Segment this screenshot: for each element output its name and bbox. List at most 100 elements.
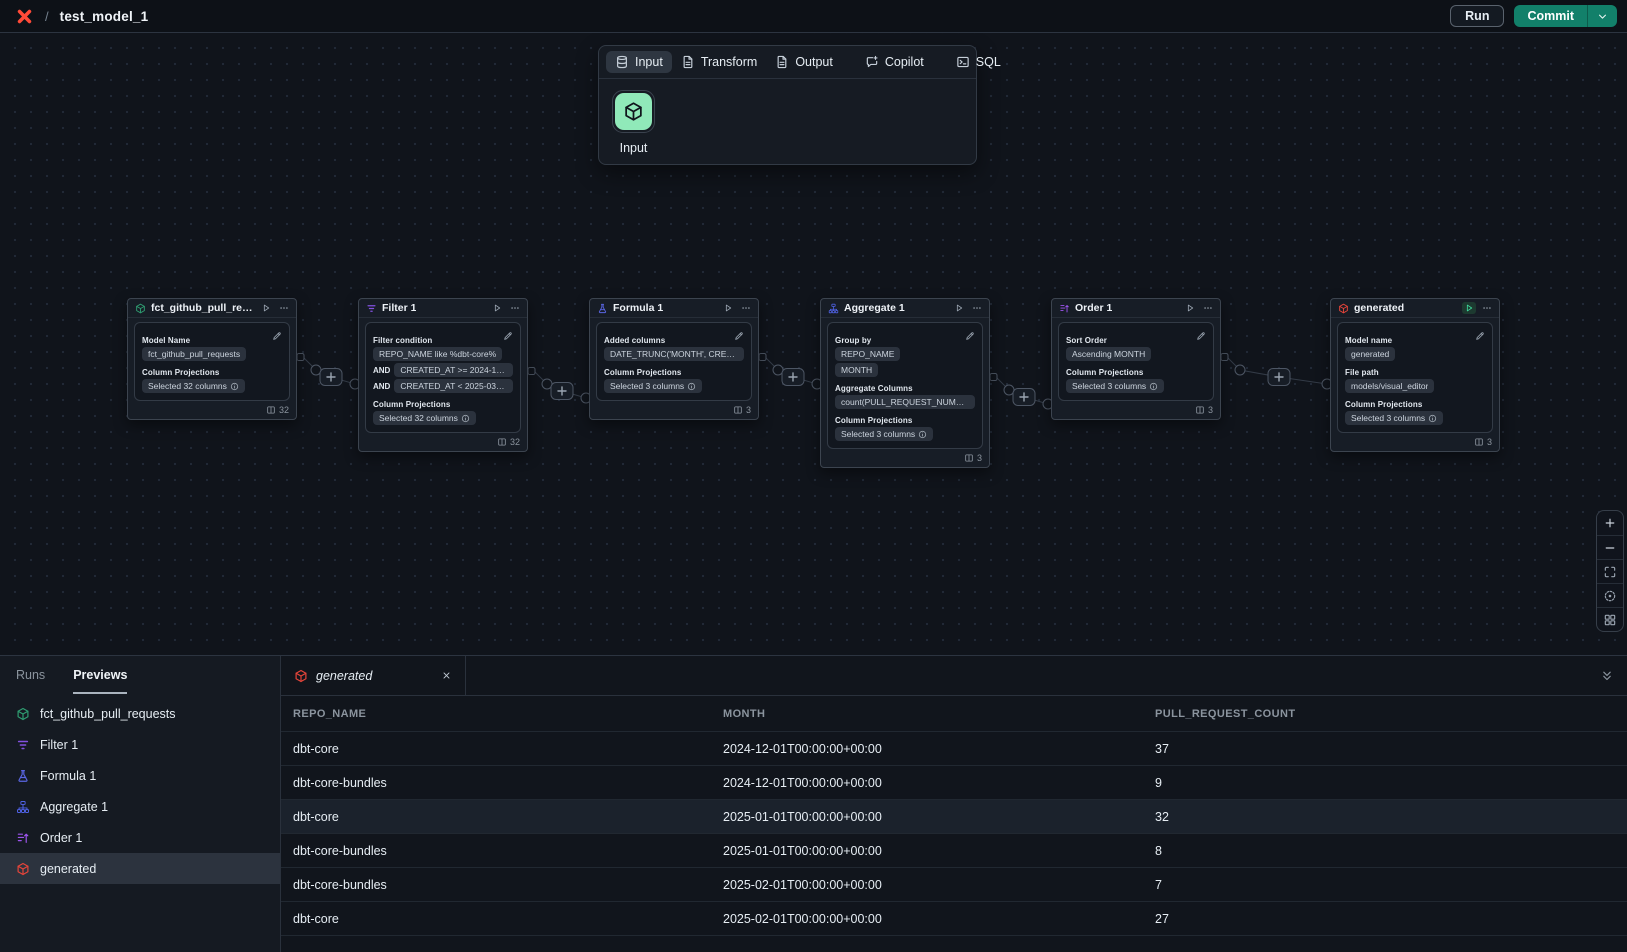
dbt-logo[interactable] bbox=[14, 6, 34, 26]
node-footer: 3 bbox=[821, 451, 989, 467]
collapse-panel-button[interactable] bbox=[1600, 656, 1614, 695]
edge-port[interactable] bbox=[990, 374, 997, 381]
aggregate-icon bbox=[16, 800, 30, 814]
pencil-icon[interactable] bbox=[503, 328, 513, 346]
zoom-controls bbox=[1596, 510, 1624, 632]
canvas-node-aggregate_1[interactable]: Aggregate 1 Group byREPO_NAMEMONTHAggrega… bbox=[820, 298, 990, 468]
edge-port[interactable] bbox=[297, 354, 304, 361]
edge-port[interactable] bbox=[759, 354, 766, 361]
fit-view-button[interactable] bbox=[1597, 559, 1623, 583]
node-play-button[interactable] bbox=[952, 302, 966, 314]
filter-icon bbox=[16, 738, 30, 752]
add-step-button[interactable] bbox=[551, 383, 573, 400]
column-count: 3 bbox=[977, 453, 982, 463]
table-cell: 2025-01-01T00:00:00+00:00 bbox=[723, 810, 1155, 824]
node-config-card[interactable]: Added columnsDATE_TRUNC('MONTH', CREATED… bbox=[596, 322, 752, 401]
pencil-icon[interactable] bbox=[1196, 328, 1206, 346]
pill-text: Selected 3 columns bbox=[610, 381, 684, 391]
palette-tab-sql[interactable]: SQL bbox=[947, 51, 1010, 73]
pencil-icon bbox=[1196, 331, 1206, 341]
edge-port[interactable] bbox=[528, 368, 535, 375]
add-step-button[interactable] bbox=[1013, 389, 1035, 406]
node-footer: 3 bbox=[590, 403, 758, 419]
pencil-icon[interactable] bbox=[965, 328, 975, 346]
add-step-button[interactable] bbox=[782, 369, 804, 386]
node-list: fct_github_pull_requestsFilter 1Formula … bbox=[0, 698, 280, 884]
table-row[interactable]: dbt-core2025-01-01T00:00:00+00:0032 bbox=[281, 800, 1627, 834]
add-step-button[interactable] bbox=[1268, 369, 1290, 386]
node-play-button[interactable] bbox=[259, 302, 273, 314]
commit-dropdown-button[interactable] bbox=[1587, 5, 1617, 27]
node-list-item-label: Order 1 bbox=[40, 831, 82, 845]
add-step-button[interactable] bbox=[320, 369, 342, 386]
node-list-item-generated[interactable]: generated bbox=[0, 853, 280, 884]
palette-tab-output[interactable]: Output bbox=[766, 51, 842, 73]
pencil-icon[interactable] bbox=[272, 328, 282, 346]
canvas-node-filter_1[interactable]: Filter 1Filter conditionREPO_NAME like %… bbox=[358, 298, 528, 452]
node-menu-button[interactable] bbox=[279, 303, 289, 313]
table-cell: dbt-core bbox=[293, 912, 723, 926]
node-list-item-order-1[interactable]: Order 1 bbox=[0, 822, 280, 853]
document-icon bbox=[775, 55, 789, 69]
node-config-card[interactable]: Model Namefct_github_pull_requestsColumn… bbox=[134, 322, 290, 401]
commit-button[interactable]: Commit bbox=[1514, 5, 1587, 27]
panel-tab-runs[interactable]: Runs bbox=[16, 656, 45, 694]
canvas-node-fct_github_pull_requests[interactable]: fct_github_pull_requestsModel Namefct_gi… bbox=[127, 298, 297, 420]
palette-tab-copilot[interactable]: Copilot bbox=[856, 51, 933, 73]
node-play-button[interactable] bbox=[1462, 302, 1476, 314]
table-row[interactable]: dbt-core-bundles2025-01-01T00:00:00+00:0… bbox=[281, 834, 1627, 868]
preview-tab-generated[interactable]: generated bbox=[281, 656, 466, 695]
node-play-button[interactable] bbox=[721, 302, 735, 314]
section-label: Column Projections bbox=[1345, 400, 1485, 409]
node-list-item-aggregate-1[interactable]: Aggregate 1 bbox=[0, 791, 280, 822]
node-menu-button[interactable] bbox=[510, 303, 520, 313]
table-cell: 2025-01-01T00:00:00+00:00 bbox=[723, 844, 1155, 858]
node-list-item-fct_github_pull_requests[interactable]: fct_github_pull_requests bbox=[0, 698, 280, 729]
canvas-node-formula_1[interactable]: Formula 1Added columnsDATE_TRUNC('MONTH'… bbox=[589, 298, 759, 420]
pencil-icon[interactable] bbox=[734, 328, 744, 346]
node-menu-button[interactable] bbox=[1482, 303, 1492, 313]
section-label: Filter condition bbox=[373, 336, 513, 345]
node-config-card[interactable]: Sort OrderAscending MONTHColumn Projecti… bbox=[1058, 322, 1214, 401]
mini-map-button[interactable] bbox=[1597, 607, 1623, 631]
palette-body: Input bbox=[599, 79, 976, 164]
config-pill: Selected 32 columns bbox=[142, 379, 245, 393]
play-icon bbox=[1464, 303, 1474, 313]
table-row[interactable]: dbt-core-bundles2025-02-01T00:00:00+00:0… bbox=[281, 868, 1627, 902]
pill-text: count(PULL_REQUEST_NUMBER) as ... bbox=[841, 397, 969, 407]
node-play-button[interactable] bbox=[1183, 302, 1197, 314]
edge-port[interactable] bbox=[1235, 365, 1245, 375]
node-config-card[interactable]: Group byREPO_NAMEMONTHAggregate Columnsc… bbox=[827, 322, 983, 449]
node-play-button[interactable] bbox=[490, 302, 504, 314]
node-menu-button[interactable] bbox=[741, 303, 751, 313]
node-list-item-filter-1[interactable]: Filter 1 bbox=[0, 729, 280, 760]
palette-item-input[interactable]: Input bbox=[612, 90, 655, 155]
pill-text: Selected 3 columns bbox=[1351, 413, 1425, 423]
close-icon[interactable] bbox=[441, 670, 452, 681]
locate-button[interactable] bbox=[1597, 583, 1623, 607]
node-menu-button[interactable] bbox=[972, 303, 982, 313]
zoom-in-button[interactable] bbox=[1597, 511, 1623, 535]
table-row[interactable]: dbt-core2025-02-01T00:00:00+00:0027 bbox=[281, 902, 1627, 936]
canvas[interactable]: InputTransformOutputCopilotSQL Input fct… bbox=[0, 33, 1627, 655]
edge-port[interactable] bbox=[1221, 354, 1228, 361]
section-label: File path bbox=[1345, 368, 1485, 377]
palette-tab-input[interactable]: Input bbox=[606, 51, 672, 73]
section-label: Model Name bbox=[142, 336, 282, 345]
node-config-card[interactable]: Filter conditionREPO_NAME like %dbt-core… bbox=[365, 322, 521, 433]
zoom-out-button[interactable] bbox=[1597, 535, 1623, 559]
node-title: Aggregate 1 bbox=[844, 302, 905, 314]
canvas-node-generated[interactable]: generatedModel namegeneratedFile pathmod… bbox=[1330, 298, 1500, 452]
node-menu-button[interactable] bbox=[1203, 303, 1213, 313]
table-row[interactable]: dbt-core2024-12-01T00:00:00+00:0037 bbox=[281, 732, 1627, 766]
info-icon bbox=[230, 382, 239, 391]
node-config-card[interactable]: Model namegeneratedFile pathmodels/visua… bbox=[1337, 322, 1493, 433]
run-button[interactable]: Run bbox=[1450, 5, 1504, 27]
table-row[interactable]: dbt-core-bundles2024-12-01T00:00:00+00:0… bbox=[281, 766, 1627, 800]
palette-tab-transform[interactable]: Transform bbox=[672, 51, 767, 73]
node-list-item-formula-1[interactable]: Formula 1 bbox=[0, 760, 280, 791]
canvas-node-order_1[interactable]: Order 1Sort OrderAscending MONTHColumn P… bbox=[1051, 298, 1221, 420]
panel-tab-previews[interactable]: Previews bbox=[73, 656, 127, 694]
panel-tabs: Runs Previews bbox=[0, 656, 280, 694]
pencil-icon[interactable] bbox=[1475, 328, 1485, 346]
